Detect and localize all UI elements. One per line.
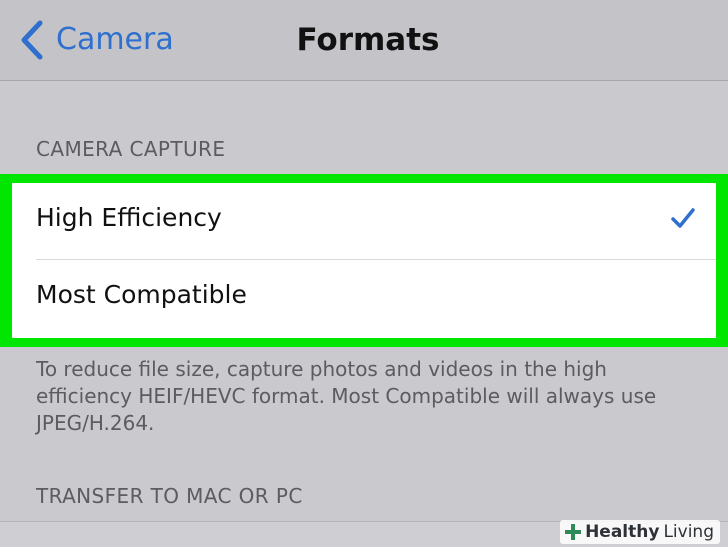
option-label: High Efficiency xyxy=(36,203,222,232)
camera-capture-header: CAMERA CAPTURE xyxy=(36,137,226,161)
watermark: Healthy Living xyxy=(560,520,720,544)
watermark-brand: Healthy xyxy=(585,522,660,542)
option-most-compatible[interactable]: Most Compatible xyxy=(12,260,716,336)
watermark-suffix: Living xyxy=(663,522,714,542)
checkmark-icon xyxy=(671,208,695,228)
option-label: Most Compatible xyxy=(36,280,247,309)
page-title: Formats xyxy=(296,22,440,58)
transfer-header: TRANSFER TO MAC OR PC xyxy=(36,484,303,508)
option-high-efficiency[interactable]: High Efficiency xyxy=(12,183,716,259)
camera-capture-footer: To reduce file size, capture photos and … xyxy=(36,357,657,435)
plus-leaf-icon xyxy=(565,524,582,540)
camera-capture-options: High Efficiency Most Compatible xyxy=(12,183,716,338)
navigation-bar: Camera Formats xyxy=(0,0,728,81)
